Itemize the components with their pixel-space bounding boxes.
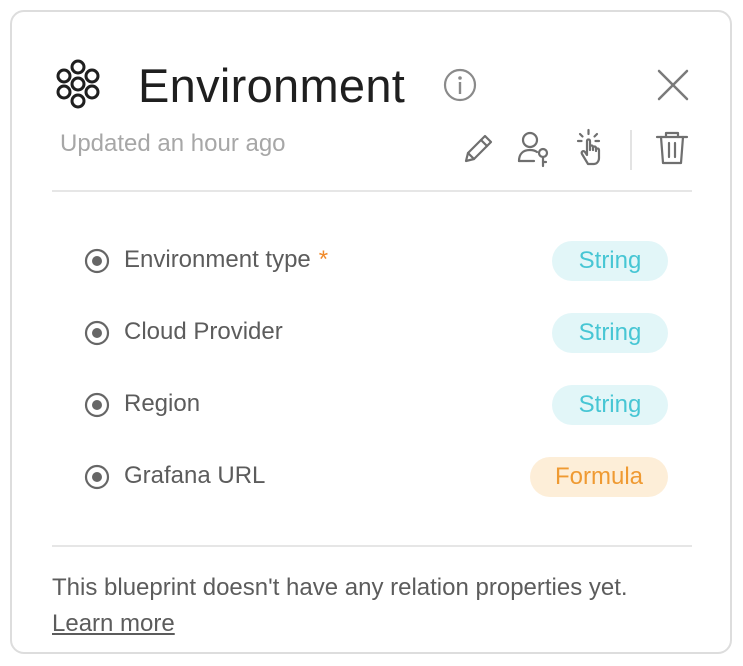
toolbar-divider [630, 130, 632, 170]
pointer-click-icon [576, 128, 601, 166]
property-name: Region [124, 390, 201, 417]
blueprint-icon [52, 58, 104, 110]
property-radio-icon [84, 248, 110, 274]
property-type-badge: Formula [530, 457, 668, 497]
trash-icon [655, 131, 689, 165]
close-button[interactable] [654, 66, 692, 104]
property-type-badge: String [552, 241, 668, 281]
property-radio-icon [84, 320, 110, 346]
no-relations-message: This blueprint doesn't have any relation… [52, 574, 628, 601]
property-name: Grafana URL [124, 462, 266, 489]
permissions-button[interactable] [514, 128, 554, 168]
learn-more-link[interactable]: Learn more [52, 610, 175, 638]
user-key-icon [517, 131, 549, 168]
property-type-badge: String [552, 385, 668, 425]
property-name: Environment type * [124, 246, 329, 273]
property-name: Cloud Provider [124, 318, 283, 345]
property-type-badge: String [552, 313, 668, 353]
pencil-icon [464, 134, 493, 163]
property-row-environment-type[interactable]: Environment type * String [84, 240, 668, 282]
updated-timestamp: Updated an hour ago [60, 130, 286, 157]
page-title: Environment [138, 59, 406, 112]
relations-divider [52, 545, 692, 547]
property-radio-icon [84, 392, 110, 418]
card-header: Environment [52, 58, 692, 118]
header-divider [52, 190, 692, 192]
actions-button[interactable] [572, 128, 612, 168]
required-marker: * [318, 246, 329, 273]
info-icon[interactable] [442, 67, 478, 103]
property-row-grafana-url[interactable]: Grafana URL Formula [84, 456, 668, 498]
property-row-region[interactable]: Region String [84, 384, 668, 426]
close-icon [657, 69, 689, 101]
edit-button[interactable] [458, 128, 498, 168]
property-radio-icon [84, 464, 110, 490]
delete-button[interactable] [652, 128, 692, 168]
property-row-cloud-provider[interactable]: Cloud Provider String [84, 312, 668, 354]
